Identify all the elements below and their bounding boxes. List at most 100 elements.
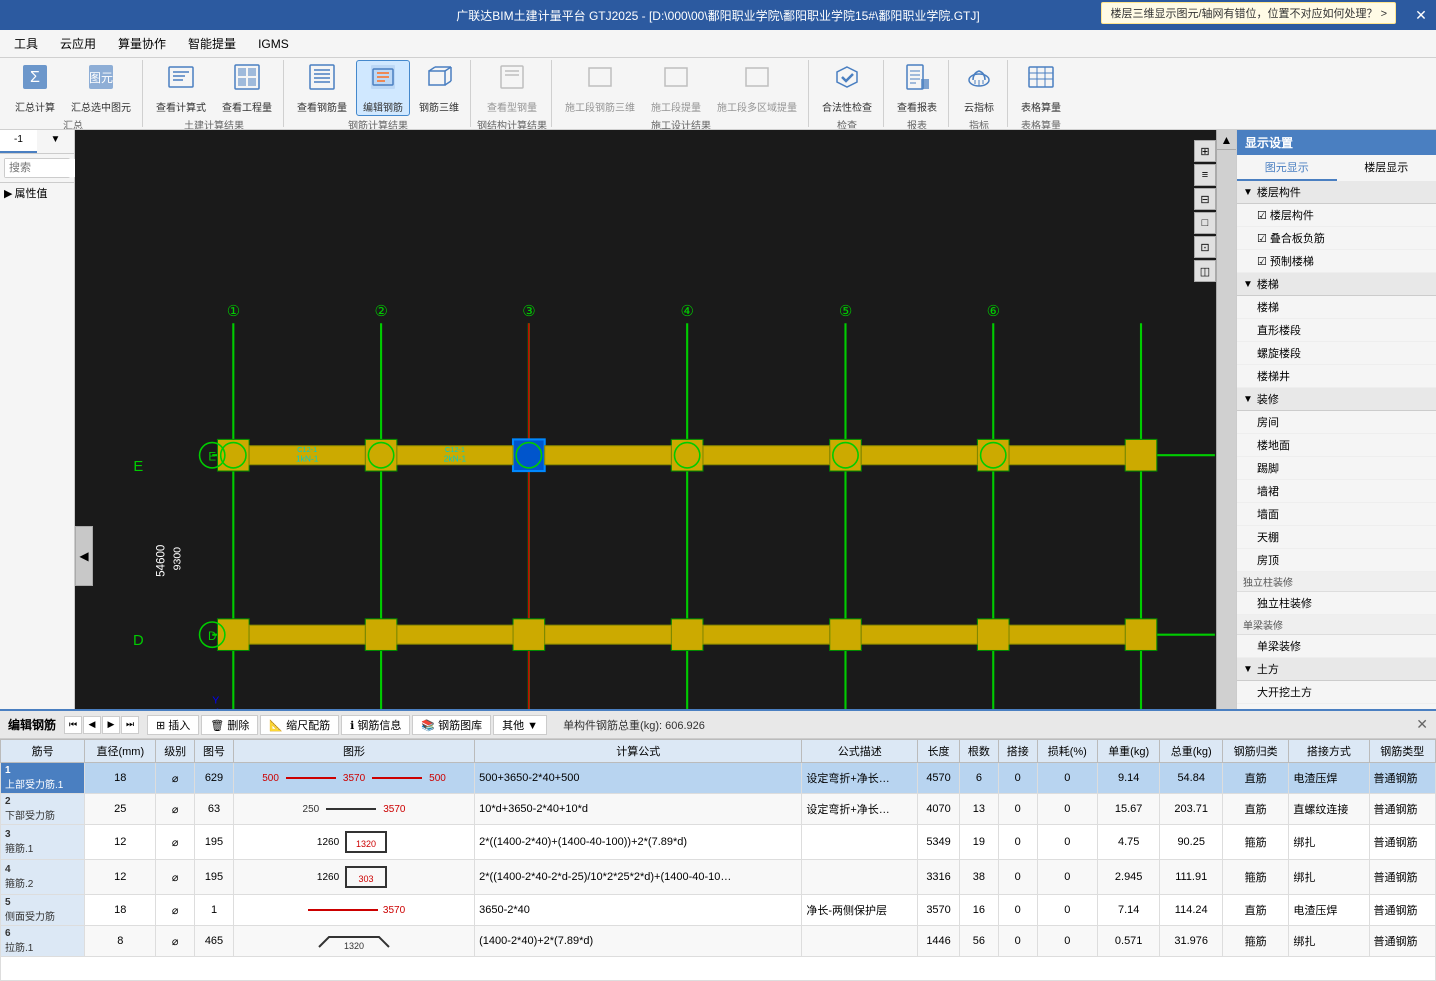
table-cell: 18 xyxy=(85,895,156,926)
item-ceiling[interactable]: 天棚 xyxy=(1237,526,1436,549)
btn-label-construction-multi: 施工段多区域提量 xyxy=(717,99,797,114)
menu-cloud[interactable]: 云应用 xyxy=(50,33,106,54)
btn-steel-quantity[interactable]: 查看型钢量 xyxy=(480,60,544,116)
btn-delete[interactable]: 🗑 删除 xyxy=(201,715,258,735)
menu-tool[interactable]: 工具 xyxy=(4,33,48,54)
section-header-earthwork[interactable]: ▼ 土方 xyxy=(1237,658,1436,681)
cell-rebar-name[interactable]: 3箍筋.1 xyxy=(1,825,85,860)
btn-construction-multi[interactable]: 施工段多区域提量 xyxy=(710,60,804,116)
canvas-tool-3[interactable]: ⊟ xyxy=(1194,188,1216,210)
btn-other[interactable]: 其他 ▼ xyxy=(493,715,547,735)
item-spiral-flight[interactable]: 螺旋楼段 xyxy=(1237,342,1436,365)
btn-edit-rebar[interactable]: 编辑钢筋 xyxy=(356,60,410,116)
btn-rebar-quantity[interactable]: 查看钢筋量 xyxy=(290,60,354,116)
svg-text:54600: 54600 xyxy=(155,545,168,577)
item-roof[interactable]: 房顶 xyxy=(1237,549,1436,572)
item-dado[interactable]: 墙裙 xyxy=(1237,480,1436,503)
btn-legal-check[interactable]: 合法性检查 xyxy=(815,60,879,116)
table-cell: 普通钢筋 xyxy=(1369,794,1436,825)
item-open-excavation[interactable]: 大开挖土方 xyxy=(1237,681,1436,704)
collapse-icon-earthwork: ▼ xyxy=(1243,664,1253,675)
notification-banner[interactable]: 楼层三维显示图元/轴网有错位，位置不对应如何处理？ > xyxy=(1101,2,1396,24)
left-collapse-tab[interactable]: ◀ xyxy=(75,526,93,586)
scroll-up-btn[interactable]: ▲ xyxy=(1217,130,1236,150)
btn-view-report[interactable]: 查看报表 xyxy=(890,60,944,116)
close-button[interactable]: ✕ xyxy=(1406,0,1436,30)
left-tab-active[interactable]: -1 xyxy=(0,130,37,153)
nav-first-btn[interactable]: ⏮ xyxy=(64,716,82,734)
canvas-tool-5[interactable]: ⊡ xyxy=(1194,236,1216,258)
left-tab-inactive[interactable]: ▼ xyxy=(37,130,74,153)
table-cell: 电渣压焊 xyxy=(1289,895,1369,926)
table-row-empty xyxy=(1,957,1436,981)
btn-eng-quantity[interactable]: 查看工程量 xyxy=(215,60,279,116)
nav-prev-btn[interactable]: ◀ xyxy=(83,716,101,734)
canvas-tool-1[interactable]: ⊞ xyxy=(1194,140,1216,162)
item-composite-slab[interactable]: ☑ 叠合板负筋 xyxy=(1237,227,1436,250)
item-wall-surface[interactable]: 墙面 xyxy=(1237,503,1436,526)
item-single-beam[interactable]: 单梁装修 xyxy=(1237,635,1436,658)
tab-element-display[interactable]: 图元显示 xyxy=(1237,155,1337,181)
table-cell: 0 xyxy=(1037,794,1097,825)
btn-rebar-3d[interactable]: 钢筋三维 xyxy=(412,60,466,116)
nav-next-btn[interactable]: ▶ xyxy=(102,716,120,734)
btn-label-legal-check: 合法性检查 xyxy=(822,99,872,114)
item-stair-well[interactable]: 楼梯井 xyxy=(1237,365,1436,388)
btn-rebar-library[interactable]: 📚 钢筋图库 xyxy=(412,715,491,735)
section-header-decoration[interactable]: ▼ 装修 xyxy=(1237,388,1436,411)
btn-calc-formula[interactable]: 查看计算式 xyxy=(149,60,213,116)
tree-item-1[interactable]: ▶ 属性值 xyxy=(0,183,74,203)
item-floor-component[interactable]: ☑ 楼层构件 xyxy=(1237,204,1436,227)
btn-construction-3d[interactable]: 施工段钢筋三维 xyxy=(558,60,642,116)
cell-rebar-name[interactable]: 4箍筋.2 xyxy=(1,860,85,895)
canvas-tools: ⊞ ≡ ⊟ □ ⊡ ◫ xyxy=(1194,140,1216,282)
btn-insert[interactable]: ⊞ 插入 xyxy=(147,715,199,735)
item-prefab-stair[interactable]: ☑ 预制楼梯 xyxy=(1237,250,1436,273)
nav-last-btn[interactable]: ⏭ xyxy=(121,716,139,734)
item-straight-flight[interactable]: 直形楼段 xyxy=(1237,319,1436,342)
btn-summary-selected[interactable]: 图元 汇总选中图元 xyxy=(64,60,138,116)
section-header-stair[interactable]: ▼ 楼梯 xyxy=(1237,273,1436,296)
btn-rebar-info[interactable]: ℹ 钢筋信息 xyxy=(341,715,410,735)
group-label-construction: 施工设计结果 xyxy=(651,116,711,130)
table-row[interactable]: 1上部受力筋.118⌀629 500 3570 500 500+3650-2*4… xyxy=(1,763,1436,794)
menu-smart[interactable]: 智能提量 xyxy=(178,33,246,54)
group-label-summary: 汇总 xyxy=(63,116,83,130)
table-cell: 8 xyxy=(85,926,156,957)
table-cell: 直筋 xyxy=(1222,763,1288,794)
item-floor-surface[interactable]: 楼地面 xyxy=(1237,434,1436,457)
cell-rebar-name[interactable]: 2下部受力筋 xyxy=(1,794,85,825)
item-skirting[interactable]: 踢脚 xyxy=(1237,457,1436,480)
btn-summary-calc[interactable]: Σ 汇总计算 xyxy=(8,60,62,116)
section-header-floor-component[interactable]: ▼ 楼层构件 xyxy=(1237,181,1436,204)
toolbar-group-check: 合法性检查 检查 xyxy=(811,60,884,127)
menu-collab[interactable]: 算量协作 xyxy=(108,33,176,54)
svg-text:图元: 图元 xyxy=(89,71,113,85)
table-row[interactable]: 5侧面受力筋18⌀1 3570 3650-2*40净长-两侧保护层3570160… xyxy=(1,895,1436,926)
table-row[interactable]: 4箍筋.212⌀195 1260 303 2*((1400-2*40-2*d-2… xyxy=(1,860,1436,895)
section-label-decoration: 装修 xyxy=(1257,391,1279,407)
item-staircase[interactable]: 楼梯 xyxy=(1237,296,1436,319)
btn-construction-qty[interactable]: 施工段提量 xyxy=(644,60,708,116)
table-row[interactable]: 6拉筋.18⌀465 1320 (1400-2*40)+2*(7.89*d)14… xyxy=(1,926,1436,957)
bottom-panel-close[interactable]: ✕ xyxy=(1416,716,1428,733)
menu-igms[interactable]: IGMS xyxy=(248,35,299,53)
btn-table-calc[interactable]: 表格算量 xyxy=(1014,60,1068,116)
toolbar-group-table-calc: 表格算量 表格算量 xyxy=(1010,60,1072,127)
cell-rebar-name[interactable]: 1上部受力筋.1 xyxy=(1,763,85,794)
btn-scale-rebar[interactable]: 📐 缩尺配筋 xyxy=(260,715,339,735)
tab-floor-display[interactable]: 楼层显示 xyxy=(1337,155,1436,181)
item-room[interactable]: 房间 xyxy=(1237,411,1436,434)
cell-rebar-name[interactable]: 6拉筋.1 xyxy=(1,926,85,957)
cell-rebar-name[interactable]: 5侧面受力筋 xyxy=(1,895,85,926)
cell-shape: 250 3570 xyxy=(233,794,474,825)
svg-text:⑤: ⑤ xyxy=(839,304,852,320)
canvas-tool-4[interactable]: □ xyxy=(1194,212,1216,234)
table-cell: 25 xyxy=(85,794,156,825)
canvas-tool-2[interactable]: ≡ xyxy=(1194,164,1216,186)
table-row[interactable]: 2下部受力筋25⌀63 250 3570 10*d+3650-2*40+10*d… xyxy=(1,794,1436,825)
table-row[interactable]: 3箍筋.112⌀195 1260 1320 2*((1400-2*40)+(14… xyxy=(1,825,1436,860)
item-standalone-column[interactable]: 独立柱装修 xyxy=(1237,592,1436,615)
btn-cloud-indicator[interactable]: 云指标 xyxy=(955,60,1003,116)
canvas-tool-6[interactable]: ◫ xyxy=(1194,260,1216,282)
